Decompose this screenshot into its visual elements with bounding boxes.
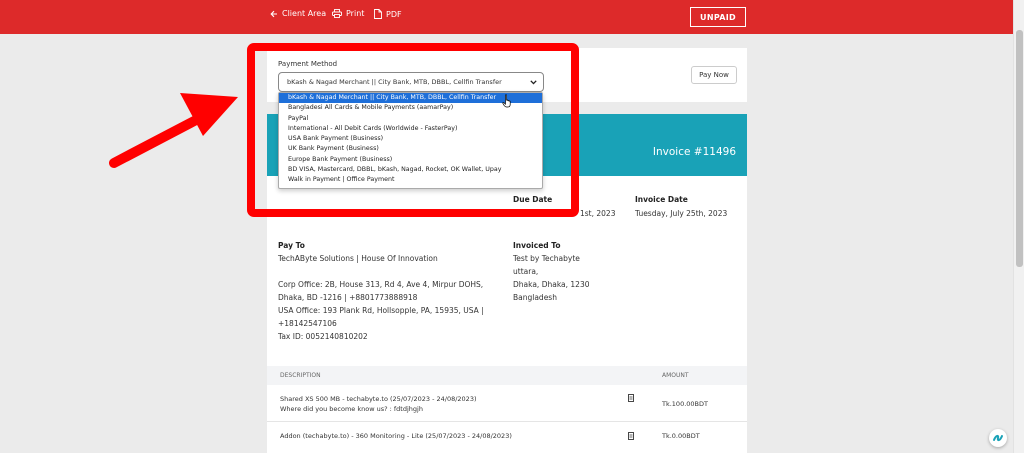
item-note: Where did you become know us? : fdtdjhgj… bbox=[280, 405, 423, 413]
invoiced-to-line: uttara, bbox=[513, 267, 539, 276]
document-icon[interactable] bbox=[628, 394, 634, 402]
item-description: Addon (techabyte.to) - 360 Monitoring - … bbox=[280, 432, 512, 440]
description-column-header: DESCRIPTION bbox=[280, 372, 321, 379]
arrow-left-icon bbox=[270, 10, 277, 17]
printer-icon bbox=[332, 9, 342, 18]
pay-to-line: Corp Office: 2B, House 313, Rd 4, Ave 4,… bbox=[278, 280, 484, 289]
floating-widget-button[interactable] bbox=[989, 429, 1007, 447]
scrollbar[interactable] bbox=[1013, 0, 1024, 453]
pay-to-line: Dhaka, BD -1216 | +8801773888918 bbox=[278, 293, 418, 302]
pay-to-label: Pay To bbox=[278, 241, 305, 250]
pay-now-button[interactable]: Pay Now bbox=[691, 66, 737, 84]
document-icon[interactable] bbox=[628, 432, 634, 440]
item-amount: Tk.0.00BDT bbox=[662, 432, 700, 440]
print-label: Print bbox=[346, 9, 365, 18]
items-table-header: DESCRIPTION AMOUNT bbox=[267, 366, 747, 385]
mouse-cursor-icon bbox=[502, 94, 511, 108]
print-link[interactable]: Print bbox=[332, 9, 364, 18]
pay-to-line: USA Office: 193 Plank Rd, Hollsopple, PA… bbox=[278, 306, 484, 315]
status-badge: UNPAID bbox=[690, 7, 746, 27]
pay-to-line: Tax ID: 0052140810202 bbox=[278, 332, 368, 341]
table-row: Shared XS 500 MB - techabyte.to (25/07/2… bbox=[267, 392, 747, 424]
highlight-box bbox=[247, 43, 579, 217]
table-row: Addon (techabyte.to) - 360 Monitoring - … bbox=[267, 431, 747, 451]
invoiced-to-line: Dhaka, Dhaka, 1230 bbox=[513, 280, 590, 289]
annotation-arrow-icon bbox=[109, 93, 238, 168]
invoiced-to-address: Test by Techabyte uttara, Dhaka, Dhaka, … bbox=[513, 252, 590, 304]
invoice-date-label: Invoice Date bbox=[635, 195, 688, 204]
client-area-link[interactable]: Client Area bbox=[270, 9, 326, 18]
row-divider bbox=[267, 421, 747, 422]
due-date-value: 1st, 2023 bbox=[580, 209, 616, 218]
client-area-label: Client Area bbox=[282, 9, 327, 18]
file-icon bbox=[374, 9, 382, 19]
invoiced-to-line: Bangladesh bbox=[513, 293, 557, 302]
widget-logo-icon bbox=[993, 434, 1003, 442]
pdf-link[interactable]: PDF bbox=[374, 9, 402, 19]
pay-to-line: +18142547106 bbox=[278, 319, 337, 328]
pdf-label: PDF bbox=[386, 9, 402, 19]
pay-to-line: TechAByte Solutions | House Of Innovatio… bbox=[278, 254, 438, 263]
scrollbar-thumb[interactable] bbox=[1016, 30, 1023, 267]
invoice-number: Invoice #11496 bbox=[652, 146, 736, 158]
pay-to-line bbox=[278, 265, 484, 278]
invoice-date-value: Tuesday, July 25th, 2023 bbox=[635, 209, 728, 218]
pay-to-address: TechAByte Solutions | House Of Innovatio… bbox=[278, 252, 484, 343]
invoiced-to-line: Test by Techabyte bbox=[513, 254, 580, 263]
invoiced-to-label: Invoiced To bbox=[513, 241, 561, 250]
amount-column-header: AMOUNT bbox=[662, 372, 689, 379]
item-amount: Tk.100.00BDT bbox=[662, 400, 708, 408]
